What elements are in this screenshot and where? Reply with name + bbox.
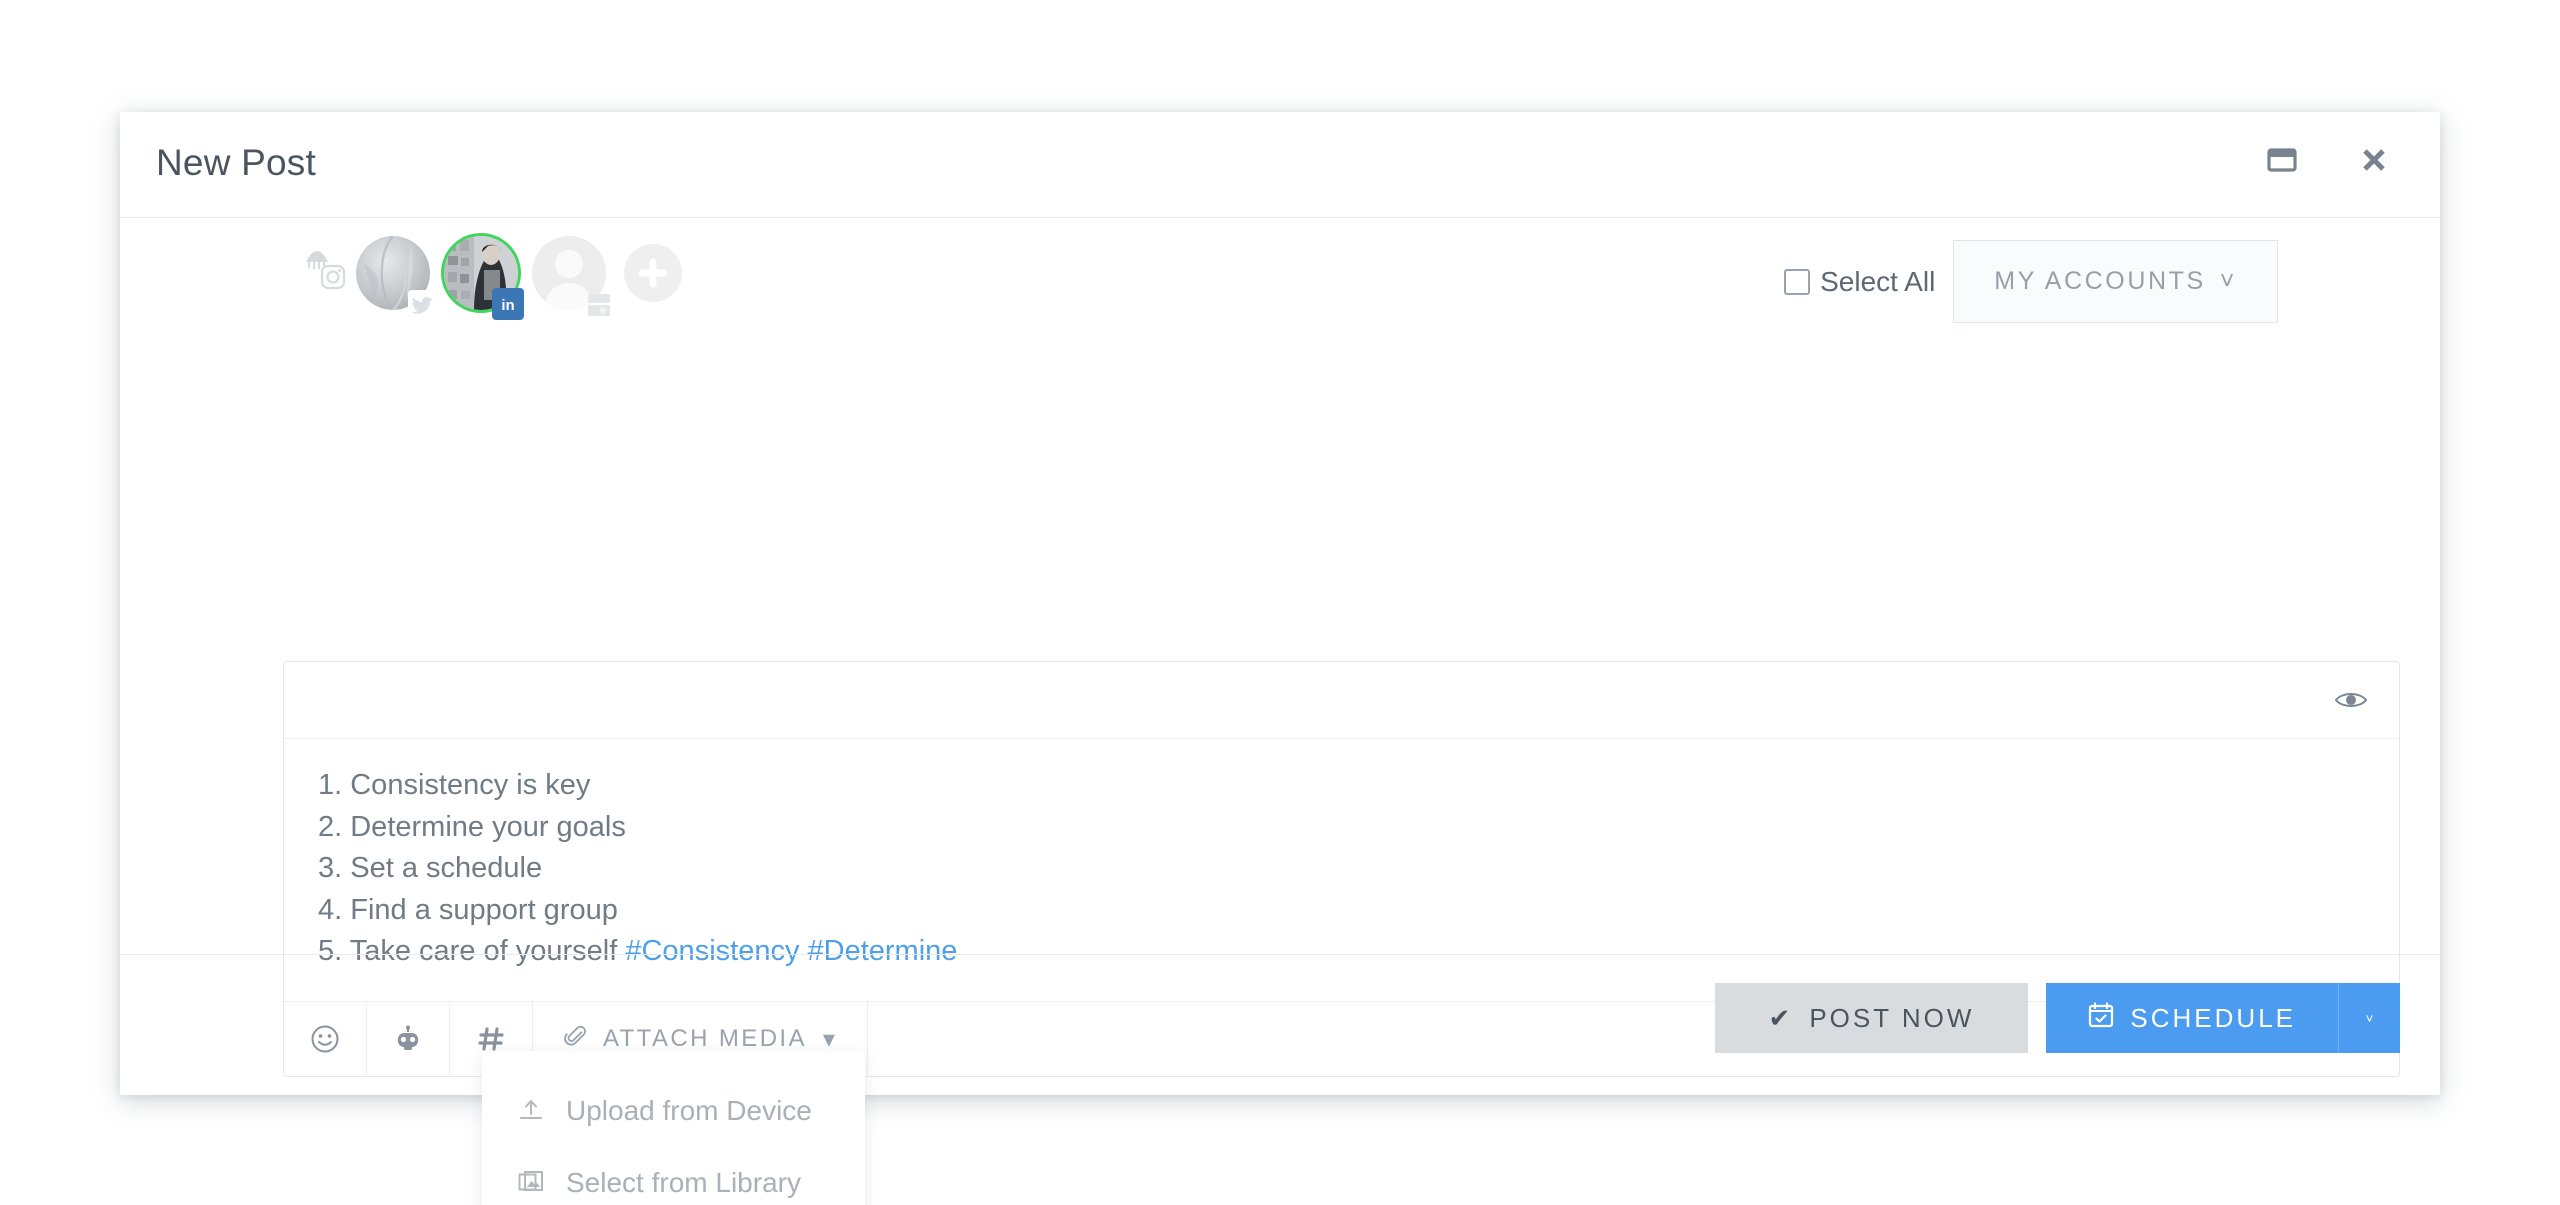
chevron-down-icon: ˅ — [2219, 267, 2237, 295]
window-controls — [2262, 140, 2394, 180]
menu-item-select-from-library[interactable]: Select from Library — [482, 1147, 865, 1205]
twitter-icon — [408, 290, 438, 320]
app-root: New Post in Select All MY ACCOUNTS ˅ 1. … — [0, 0, 2560, 1205]
menu-item-label: Select from Library — [566, 1167, 801, 1198]
my-accounts-label: MY ACCOUNTS — [1994, 267, 2206, 295]
post-line: 1. Consistency is key — [318, 769, 591, 801]
linkedin-icon: in — [492, 288, 524, 320]
account-avatar-list: in — [300, 236, 696, 320]
facebook-page-icon — [584, 290, 614, 320]
new-post-modal: New Post in Select All MY ACCOUNTS ˅ 1. … — [120, 112, 2440, 1205]
post-now-button[interactable]: ✔ POST NOW — [1714, 983, 2029, 1053]
my-accounts-dropdown[interactable]: MY ACCOUNTS ˅ — [1953, 240, 2278, 323]
menu-item-label: Upload from Device — [566, 1095, 812, 1126]
modal-body: in Select All MY ACCOUNTS ˅ 1. Consisten… — [120, 218, 2440, 1205]
select-all-label: Select All — [1820, 265, 1936, 297]
post-now-label: POST NOW — [1809, 1002, 1975, 1033]
instagram-icon — [318, 262, 348, 292]
avatar-linkedin[interactable]: in — [444, 236, 524, 320]
images-icon — [516, 1170, 546, 1196]
avatar-facebook-page[interactable] — [532, 236, 610, 316]
post-line: 4. Find a support group — [318, 893, 618, 926]
svg-text:in: in — [501, 297, 514, 314]
select-all-checkbox[interactable]: Select All — [1784, 266, 1935, 298]
calendar-icon — [2088, 1001, 2114, 1035]
schedule-options-button[interactable]: ˅ — [2338, 983, 2400, 1053]
post-line: 2. Determine your goals — [318, 810, 626, 843]
add-account-button[interactable] — [624, 236, 682, 302]
modal-header: New Post — [120, 112, 2440, 218]
upload-icon — [516, 1098, 546, 1124]
account-controls: Select All MY ACCOUNTS ˅ — [1784, 240, 2278, 323]
schedule-button-group: SCHEDULE ˅ — [2046, 983, 2400, 1053]
menu-item-upload-from-device[interactable]: Upload from Device — [482, 1075, 865, 1147]
page-title: New Post — [156, 142, 316, 183]
editor-top-bar — [284, 662, 2399, 739]
chevron-down-icon: ˅ — [2365, 1010, 2374, 1026]
schedule-button[interactable]: SCHEDULE — [2046, 983, 2338, 1053]
modal-footer: ✔ POST NOW SCHEDULE ˅ — [120, 954, 2440, 1094]
account-selector-row: in Select All MY ACCOUNTS ˅ — [120, 218, 2440, 346]
checkbox-box — [1784, 268, 1811, 295]
close-icon[interactable] — [2354, 140, 2394, 180]
attach-media-menu: Upload from Device Select from Library — [482, 1051, 865, 1205]
plus-icon — [624, 244, 682, 302]
window-restore-icon[interactable] — [2262, 140, 2302, 180]
eye-icon[interactable] — [2331, 682, 2371, 718]
avatar-twitter[interactable] — [356, 236, 438, 320]
schedule-label: SCHEDULE — [2130, 1002, 2296, 1033]
check-icon: ✔ — [1768, 1002, 1794, 1033]
footer-actions: ✔ POST NOW SCHEDULE ˅ — [1714, 983, 2400, 1053]
post-line: 3. Set a schedule — [318, 852, 543, 884]
avatar-instagram[interactable] — [300, 236, 346, 290]
